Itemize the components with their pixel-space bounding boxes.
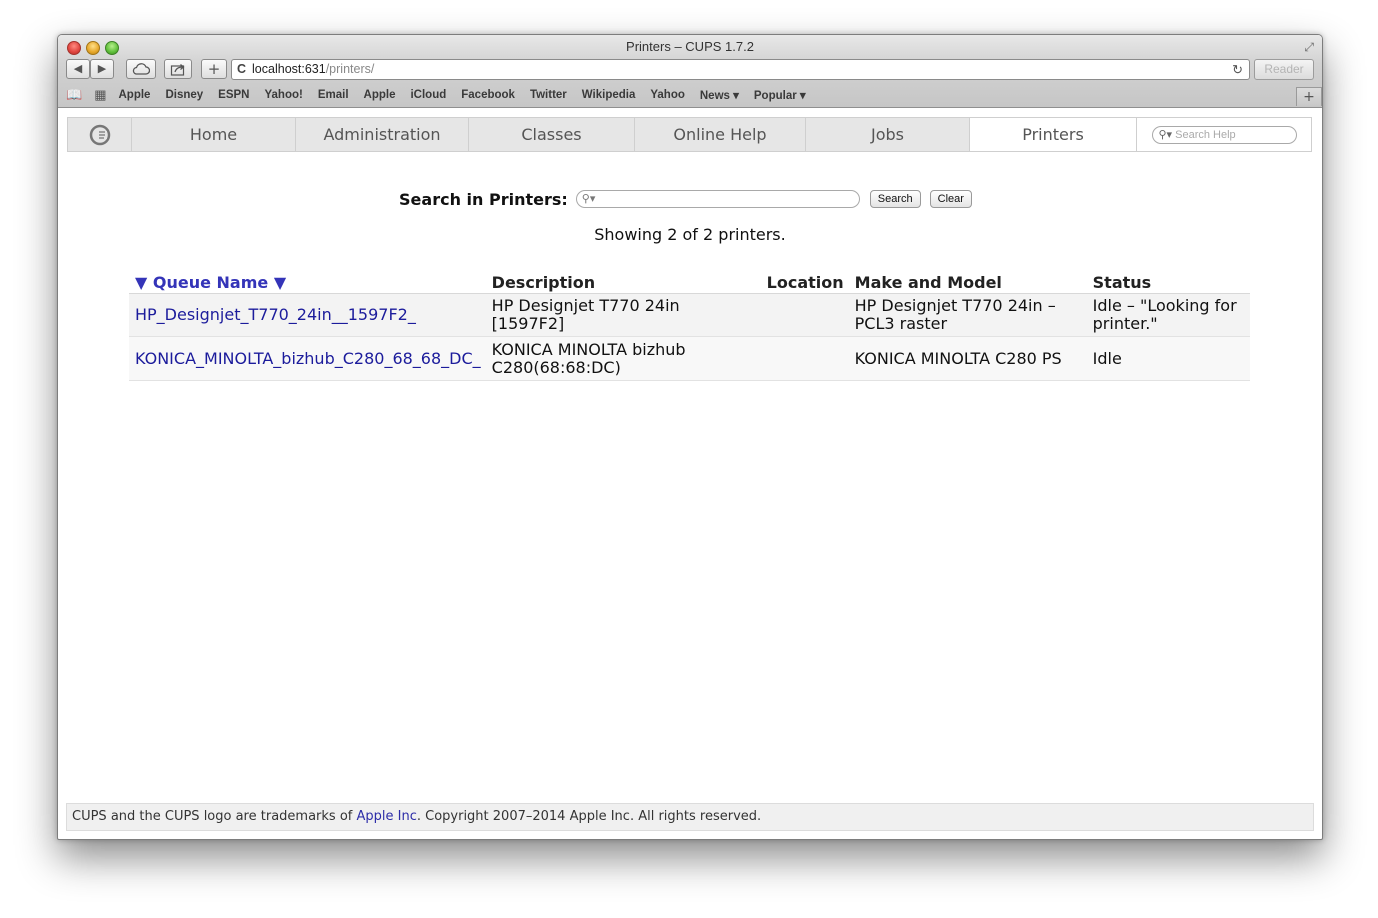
description-header: Description [485,271,761,294]
make-model-cell: KONICA MINOLTA C280 PS [848,336,1087,381]
address-bar[interactable]: Clocalhost:631/printers/ ↻ [231,59,1250,80]
status-cell: Idle [1086,336,1250,381]
location-header: Location [760,271,849,294]
printers-table: ▼ Queue Name ▼ Description Location Make… [129,271,1250,381]
search-button[interactable]: Search [869,190,921,208]
reading-list-icon[interactable]: 📖 [66,87,82,103]
help-search-input[interactable]: ⚲▾ Search Help [1151,125,1297,144]
bookmark-folder-news[interactable]: News ▾ [700,88,739,102]
plus-icon: + [207,60,221,78]
showing-count: Showing 2 of 2 printers. [594,225,786,244]
tab-jobs[interactable]: Jobs [806,118,970,151]
status-cell: Idle – "Looking for printer." [1086,293,1250,337]
clear-button[interactable]: Clear [929,190,972,208]
search-icon: ⚲▾ [1158,128,1173,141]
footer-text-after: . Copyright 2007–2014 Apple Inc. All rig… [416,809,762,824]
table-header-row: ▼ Queue Name ▼ Description Location Make… [129,271,1250,294]
cups-logo[interactable] [68,118,132,151]
bookmarks-bar: 📖 ▦ Apple Disney ESPN Yahoo! Email Apple… [66,87,821,103]
tab-administration[interactable]: Administration [296,118,469,151]
queue-name-header[interactable]: ▼ Queue Name ▼ [129,271,486,294]
tab-online-help[interactable]: Online Help [635,118,806,151]
table-row: KONICA_MINOLTA_bizhub_C280_68_68_DC_ KON… [129,336,1250,381]
add-bookmark-button[interactable]: + [201,59,227,79]
reload-icon[interactable]: ↻ [1232,60,1243,79]
browser-window: Printers – CUPS 1.7.2 ⤢ ◀ ▶ + Clocalhost… [57,34,1323,840]
bookmark-item[interactable]: Apple [364,89,396,101]
table-row: HP_Designjet_T770_24in__1597F2_ HP Desig… [129,293,1250,337]
window-title: Printers – CUPS 1.7.2 [626,39,754,54]
url-host: localhost:631 [252,62,326,76]
help-search-placeholder: Search Help [1175,128,1236,141]
description-cell: HP Designjet T770 24in [1597F2] [485,293,761,337]
browser-chrome: Printers – CUPS 1.7.2 ⤢ ◀ ▶ + Clocalhost… [58,35,1322,108]
description-cell: KONICA MINOLTA bizhub C280(68:68:DC) [485,336,761,381]
bookmark-item[interactable]: Yahoo! [264,89,302,101]
printer-search-input[interactable]: ⚲▾ [575,190,860,208]
share-button[interactable] [164,59,192,79]
bookmark-item[interactable]: Wikipedia [582,89,636,101]
forward-arrow-icon: ▶ [97,62,107,75]
status-header: Status [1086,271,1250,294]
tab-classes[interactable]: Classes [469,118,635,151]
location-cell [760,336,849,381]
icloud-tabs-button[interactable] [126,59,156,79]
bookmark-item[interactable]: Twitter [530,89,567,101]
bookmark-item[interactable]: Apple [118,89,150,101]
printer-search-form: Search in Printers: ⚲▾ Search Clear [58,187,1322,211]
bookmark-folder-popular[interactable]: Popular ▾ [754,88,806,102]
back-button[interactable]: ◀ [66,59,90,79]
make-model-header: Make and Model [848,271,1087,294]
make-model-cell: HP Designjet T770 24in – PCL3 raster [848,293,1087,337]
tab-printers[interactable]: Printers [970,118,1137,151]
printer-link[interactable]: HP_Designjet_T770_24in__1597F2_ [135,305,416,324]
bookmark-item[interactable]: iCloud [410,89,446,101]
new-tab-button[interactable]: + [1296,87,1322,106]
page-footer: CUPS and the CUPS logo are trademarks of… [66,803,1314,831]
bookmark-item[interactable]: ESPN [218,89,249,101]
bookmark-item[interactable]: Yahoo [650,89,685,101]
printer-link[interactable]: KONICA_MINOLTA_bizhub_C280_68_68_DC_ [135,349,481,368]
share-icon [170,64,185,76]
footer-text-before: CUPS and the CUPS logo are trademarks of [72,809,357,824]
apple-inc-link[interactable]: Apple Inc [356,809,416,824]
tab-home[interactable]: Home [132,118,296,151]
queue-name-cell: KONICA_MINOLTA_bizhub_C280_68_68_DC_ [129,336,486,381]
location-cell [760,293,849,337]
bookmark-item[interactable]: Email [318,89,349,101]
search-icon: ⚲▾ [581,192,596,205]
reader-button[interactable]: Reader [1254,59,1314,80]
queue-name-cell: HP_Designjet_T770_24in__1597F2_ [129,293,486,337]
forward-button[interactable]: ▶ [90,59,114,79]
bookmark-item[interactable]: Disney [165,89,203,101]
bookmark-item[interactable]: Facebook [461,89,515,101]
help-search-container: ⚲▾ Search Help [1137,118,1311,151]
back-arrow-icon: ◀ [73,62,83,75]
url-path: /printers/ [325,62,375,76]
cloud-icon [132,63,151,75]
fullscreen-icon[interactable]: ⤢ [1304,40,1314,55]
search-label: Search in Printers: [399,189,568,209]
cups-logo-icon [89,124,110,145]
cups-favicon-icon: C [237,62,247,76]
top-sites-grid-icon[interactable]: ▦ [94,87,106,103]
cups-nav-tabs: Home Administration Classes Online Help … [67,117,1312,152]
